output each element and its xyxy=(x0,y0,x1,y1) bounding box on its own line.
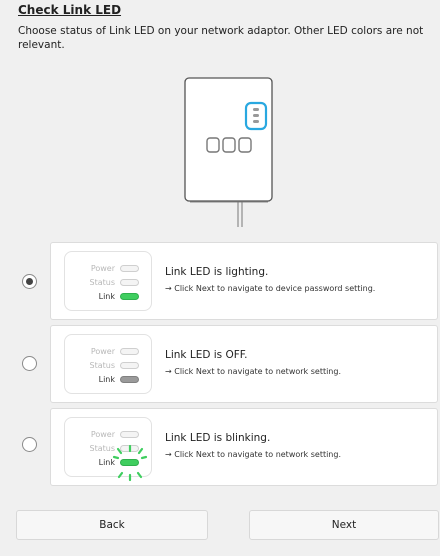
network-adaptor-illustration xyxy=(180,75,280,235)
option-title: Link LED is blinking. xyxy=(165,432,271,444)
option-row-off: Power Status Link Link LED is OFF. → Cli… xyxy=(0,325,440,403)
status-led-icon xyxy=(120,362,139,369)
led-label-link: Link xyxy=(98,375,115,384)
option-row-lighting: Power Status Link Link LED is lighting. … xyxy=(0,242,440,320)
led-label-status: Status xyxy=(89,278,116,287)
next-button[interactable]: Next xyxy=(249,510,439,540)
power-led-icon xyxy=(120,431,139,438)
led-label-status: Status xyxy=(89,361,116,370)
radio-blinking[interactable] xyxy=(22,437,37,452)
option-card-off[interactable]: Power Status Link Link LED is OFF. → Cli… xyxy=(50,325,438,403)
option-row-blinking: Power Status Link Link LED is blinking. … xyxy=(0,408,440,486)
link-led-green-icon xyxy=(120,293,139,300)
blinking-rays-icon xyxy=(112,444,148,482)
led-label-link: Link xyxy=(98,292,115,301)
page-title: Check Link LED xyxy=(18,3,122,17)
radio-lighting[interactable] xyxy=(22,274,37,289)
radio-off[interactable] xyxy=(22,356,37,371)
led-label-power: Power xyxy=(90,347,115,356)
page-description: Choose status of Link LED on your networ… xyxy=(18,25,424,51)
network-adaptor-icon xyxy=(184,77,273,227)
led-label-power: Power xyxy=(90,430,115,439)
option-subtitle: → Click Next to navigate to network sett… xyxy=(165,367,341,376)
led-panel: Power Status Link xyxy=(64,334,152,394)
led-label-power: Power xyxy=(90,264,115,273)
led-panel: Power Status Link xyxy=(64,251,152,311)
option-card-blinking[interactable]: Power Status Link Link LED is blinking. … xyxy=(50,408,438,486)
option-title: Link LED is OFF. xyxy=(165,349,248,361)
status-led-icon xyxy=(120,279,139,286)
link-led-off-icon xyxy=(120,376,139,383)
back-button[interactable]: Back xyxy=(16,510,208,540)
option-subtitle: → Click Next to navigate to device passw… xyxy=(165,284,376,293)
option-subtitle: → Click Next to navigate to network sett… xyxy=(165,450,341,459)
option-card-lighting[interactable]: Power Status Link Link LED is lighting. … xyxy=(50,242,438,320)
option-title: Link LED is lighting. xyxy=(165,266,269,278)
power-led-icon xyxy=(120,348,139,355)
power-led-icon xyxy=(120,265,139,272)
led-panel: Power Status Link xyxy=(64,417,152,482)
